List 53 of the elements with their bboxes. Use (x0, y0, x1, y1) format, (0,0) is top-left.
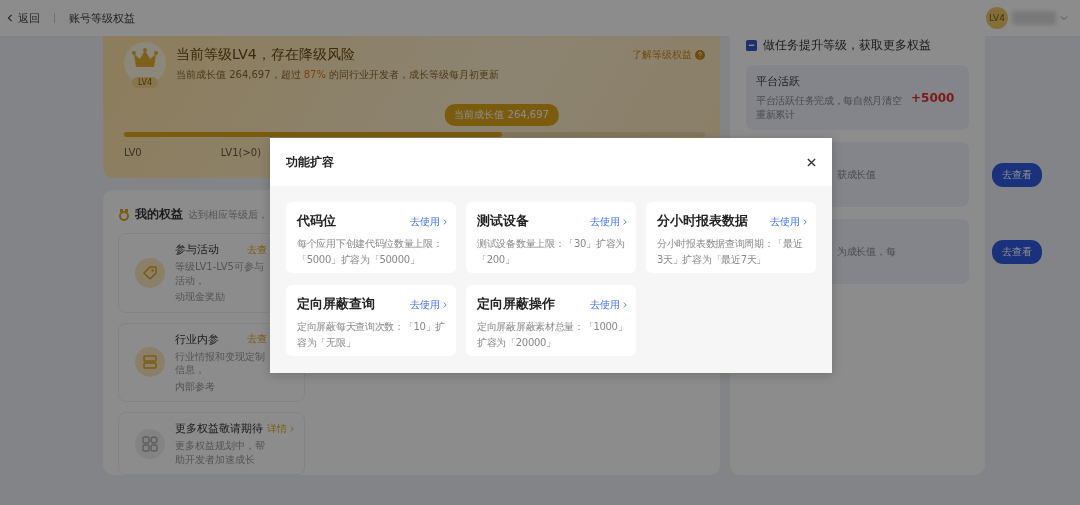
close-icon (807, 157, 816, 167)
level-title: 当前等级LV4，存在降级风险 (176, 46, 356, 64)
chevron-left-icon (6, 13, 14, 23)
chevron-right-icon (289, 424, 295, 433)
feature-description: 定向屏蔽每天查询次数：「10」扩容为「无限」 (297, 320, 446, 350)
benefit-title: 更多权益敬请期待 (175, 421, 263, 436)
stacked-bars-icon (141, 353, 159, 372)
section-title: 做任务提升等级，获取更多权益 (763, 38, 931, 53)
feature-title: 代码位 (297, 213, 336, 230)
level-badge: LV4 (132, 77, 158, 88)
benefit-title: 参与活动 (175, 242, 219, 257)
section-title: 我的权益 (135, 206, 183, 223)
feature-description: 定向屏蔽屏蔽素材总量：「1000」扩容为「20000」 (477, 320, 628, 350)
chevron-right-icon (622, 217, 628, 226)
use-link[interactable]: 去使用 (410, 214, 448, 229)
view-link[interactable]: 详情 (267, 421, 295, 436)
help-icon (695, 50, 705, 60)
medal-icon (118, 208, 130, 221)
page-title: 账号等级权益 (69, 10, 135, 26)
reward-points: +5000 (911, 90, 955, 105)
feature-title: 测试设备 (477, 213, 529, 230)
help-link[interactable]: 了解等级权益 (632, 42, 705, 62)
view-button[interactable]: 去查看 (992, 162, 1042, 187)
growth-tooltip: 当前成长值 264,697 (444, 104, 559, 126)
level-label: LV0 (124, 147, 143, 158)
feature-title: 定向屏蔽操作 (477, 296, 555, 313)
chevron-right-icon (442, 217, 448, 226)
caret-down-icon (1060, 15, 1068, 21)
use-link[interactable]: 去使用 (770, 214, 808, 229)
view-button[interactable]: 去查看 (992, 239, 1042, 264)
feature-description: 分小时报表数据查询周期：「最近3天」扩容为「最近7天」 (657, 237, 804, 267)
close-button[interactable] (807, 157, 816, 167)
level-avatar[interactable]: LV4 (986, 7, 1008, 29)
crown-icon (132, 48, 158, 68)
benefit-title: 行业内参 (175, 331, 219, 347)
back-button[interactable]: 返回 (6, 10, 40, 26)
chevron-right-icon (442, 300, 448, 309)
view-link[interactable]: 去查 (247, 332, 267, 346)
use-link[interactable]: 去使用 (590, 297, 628, 312)
chevron-right-icon (622, 300, 628, 309)
task-title: 平台活跃 (756, 73, 801, 89)
grid-icon (141, 434, 159, 453)
chevron-right-icon (802, 217, 808, 226)
level-label: LV1(>0) (220, 147, 263, 158)
use-link[interactable]: 去使用 (590, 214, 628, 229)
tag-icon (141, 263, 159, 282)
feature-title: 分小时报表数据 (657, 213, 748, 230)
dialog-title: 功能扩容 (286, 153, 334, 171)
feature-description: 测试设备数量上限：「30」扩容为「200」 (477, 237, 626, 267)
feature-title: 定向屏蔽查询 (297, 296, 375, 313)
view-link[interactable]: 去查 (247, 242, 267, 257)
use-link[interactable]: 去使用 (410, 297, 448, 312)
feature-description: 每个应用下创建代码位数量上限：「5000」扩容为「50000」 (297, 237, 444, 267)
